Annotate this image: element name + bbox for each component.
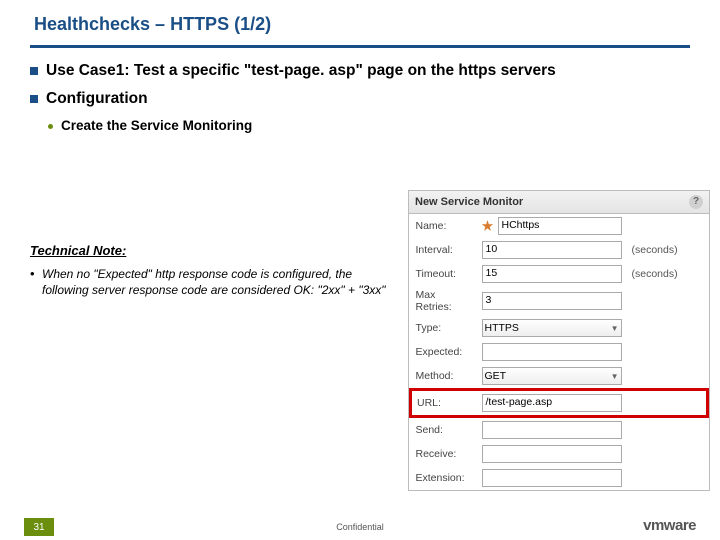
row-url: URL: /test-page.asp [411,390,708,417]
bullet-dot-icon [48,124,53,129]
bullet-usecase-text: Use Case1: Test a specific "test-page. a… [46,62,556,80]
chevron-down-icon: ▼ [611,324,619,333]
name-input[interactable]: HChttps [498,217,622,235]
bullet-configuration-text: Configuration [46,90,148,108]
label-type: Type: [411,316,477,340]
page-title: Healthchecks – HTTPS (1/2) [34,14,720,35]
bullet-configuration: Configuration [30,90,690,108]
service-monitor-panel: New Service Monitor ? Name: HChttps Inte… [408,190,710,491]
subbullet-create-text: Create the Service Monitoring [61,118,252,133]
label-timeout: Timeout: [411,262,477,286]
row-method: Method: GET ▼ [411,364,708,390]
technical-note-item: • When no "Expected" http response code … [30,266,400,298]
label-interval: Interval: [411,238,477,262]
receive-input[interactable] [482,445,622,463]
method-value: GET [485,370,507,382]
send-input[interactable] [482,421,622,439]
panel-header: New Service Monitor ? [409,191,709,214]
row-interval: Interval: 10 (seconds) [411,238,708,262]
label-send: Send: [411,417,477,443]
row-maxretries: Max Retries: 3 [411,286,708,316]
row-timeout: Timeout: 15 (seconds) [411,262,708,286]
bullet-dash-icon: • [30,266,42,281]
star-icon [482,220,494,232]
row-type: Type: HTTPS ▼ [411,316,708,340]
row-name: Name: HChttps [411,214,708,238]
interval-input[interactable]: 10 [482,241,622,259]
chevron-down-icon: ▼ [611,372,619,381]
label-name: Name: [411,214,477,238]
maxretries-input[interactable]: 3 [482,292,622,310]
type-select[interactable]: HTTPS ▼ [482,319,622,337]
page-number: 31 [24,518,54,536]
row-extension: Extension: [411,466,708,490]
extension-input[interactable] [482,469,622,487]
url-input[interactable]: /test-page.asp [482,394,622,412]
label-extension: Extension: [411,466,477,490]
label-method: Method: [411,364,477,390]
row-expected: Expected: [411,340,708,364]
method-select[interactable]: GET ▼ [482,367,622,385]
bullet-square-icon [30,67,38,75]
bullet-usecase: Use Case1: Test a specific "test-page. a… [30,62,690,80]
expected-input[interactable] [482,343,622,361]
help-icon[interactable]: ? [689,195,703,209]
row-receive: Receive: [411,442,708,466]
row-send: Send: [411,417,708,443]
type-value: HTTPS [485,322,519,334]
subbullet-create: Create the Service Monitoring [48,118,690,133]
footer: 31 Confidential vmware [0,514,720,540]
label-url: URL: [411,390,477,417]
label-expected: Expected: [411,340,477,364]
technical-note-text: When no "Expected" http response code is… [42,266,400,298]
unit-timeout: (seconds) [627,262,708,286]
timeout-input[interactable]: 15 [482,265,622,283]
label-maxretries: Max Retries: [411,286,477,316]
panel-title: New Service Monitor [415,196,523,208]
label-receive: Receive: [411,442,477,466]
unit-interval: (seconds) [627,238,708,262]
bullet-square-icon [30,95,38,103]
vmware-logo: vmware [643,517,696,534]
confidential-label: Confidential [336,522,384,532]
